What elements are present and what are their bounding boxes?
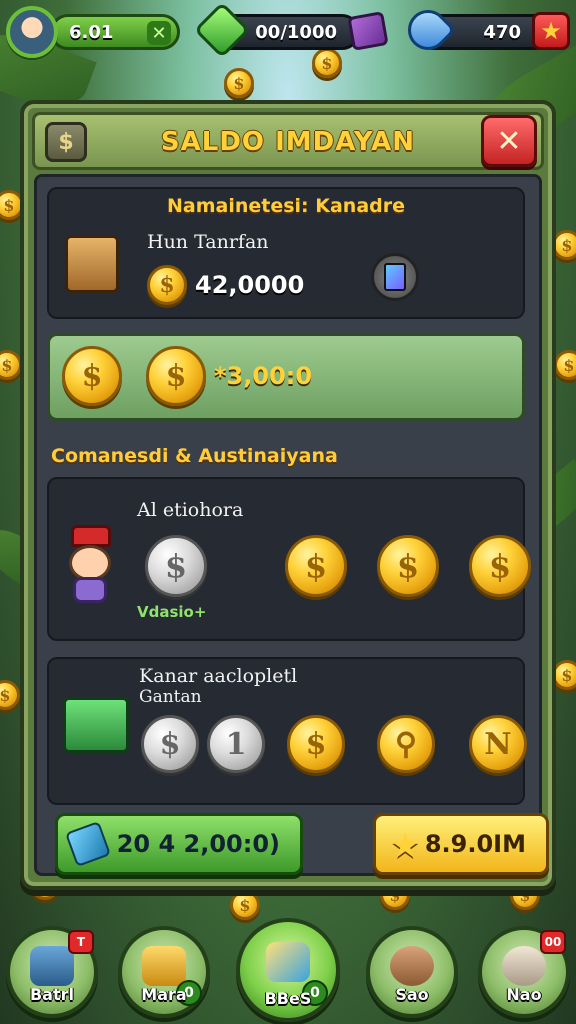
- collection-card: Al etiohora $ Vdasio+ $ $ $: [47, 477, 531, 641]
- floating-coin-icon: $: [224, 68, 254, 98]
- nav-item-batrl[interactable]: T Batrl: [6, 926, 98, 1018]
- nav-label: Sao: [395, 985, 429, 1004]
- coin-icon: $: [147, 265, 187, 305]
- ticket-icon[interactable]: [347, 11, 389, 51]
- nav-item-sao[interactable]: Sao: [366, 926, 458, 1018]
- star-icon: ★: [390, 826, 421, 866]
- cash-box-icon: [63, 697, 129, 753]
- top-resource-bar: 6.01 ✕ 00/1000 470 ★: [6, 1, 570, 59]
- bonus-amount: *3,00:0: [214, 362, 313, 390]
- floating-coin-icon: $: [0, 350, 22, 380]
- level-pill[interactable]: 6.01 ✕: [50, 14, 180, 50]
- card-label-line1: Kanar aaclopletl: [139, 665, 298, 687]
- coin-icon[interactable]: N: [469, 715, 527, 773]
- character-icon: [30, 946, 74, 986]
- panel-header: $ SALDO IMDAYAN ✕: [32, 112, 544, 170]
- claim-button[interactable]: 20 4 2,00:0): [55, 813, 303, 875]
- silver-coin-icon[interactable]: $: [145, 535, 207, 597]
- silver-coin-icon[interactable]: 1: [207, 715, 265, 773]
- premium-value: 8.9.0IM: [424, 830, 526, 858]
- monkey-icon: [390, 946, 434, 986]
- panel-body: Namainetesi: Kanadre Hun Tanrfan $ 42,00…: [34, 174, 549, 876]
- notification-badge: 00: [540, 930, 566, 954]
- nav-label: Nao: [506, 985, 542, 1004]
- nav-item-nao[interactable]: 00 Nao: [478, 926, 570, 1018]
- card-label-line2: Gantan: [139, 687, 202, 707]
- pencil-icon: [64, 820, 112, 868]
- close-button[interactable]: ✕: [481, 115, 537, 167]
- coin-icon: $: [146, 346, 206, 406]
- gems-value: 470: [483, 21, 521, 43]
- notification-badge: T: [68, 930, 94, 954]
- balance-panel: $ SALDO IMDAYAN ✕ Namainetesi: Kanadre H…: [20, 100, 556, 890]
- complete-card: Kanar aaclopletl Gantan $ 1 $ ⚲ N: [47, 657, 527, 805]
- player-avatar[interactable]: [6, 6, 58, 58]
- coin-icon: $: [62, 346, 122, 406]
- floating-coin-icon: $: [0, 680, 20, 710]
- bonus-bar[interactable]: $ $ *3,00:0: [47, 333, 525, 421]
- silver-coin-icon[interactable]: $: [141, 715, 199, 773]
- tools-icon: [266, 942, 310, 982]
- panel-title: SALDO IMDAYAN: [160, 127, 416, 157]
- skull-icon: [502, 946, 546, 986]
- crate-icon: [142, 946, 186, 986]
- reward-card: Namainetesi: Kanadre Hun Tanrfan $ 42,00…: [47, 187, 525, 319]
- character-icon: [61, 525, 117, 605]
- claim-value: 20 4 2,00:0): [116, 830, 280, 858]
- card-label: Al etiohora: [137, 499, 244, 521]
- nav-item-mara[interactable]: 0 Mara: [118, 926, 210, 1018]
- bottom-nav: T Batrl 0 Mara 0 BBeS Sao 00 Nao: [0, 914, 576, 1024]
- nav-label: Batrl: [29, 985, 74, 1004]
- star-button[interactable]: ★: [532, 12, 570, 50]
- reward-amount: 42,0000: [195, 271, 305, 299]
- nav-label: Mara: [141, 985, 187, 1004]
- floating-coin-icon: $: [554, 350, 576, 380]
- level-plus-icon[interactable]: ✕: [147, 21, 171, 45]
- coin-icon[interactable]: $: [285, 535, 347, 597]
- item-label: Hun Tanrfan: [147, 231, 269, 253]
- coin-icon[interactable]: $: [377, 535, 439, 597]
- nav-label: BBeS: [264, 989, 312, 1008]
- section-title: Namainetesi: Kanadre: [166, 195, 406, 217]
- coin-icon[interactable]: $: [287, 715, 345, 773]
- key-coin-icon[interactable]: ⚲: [377, 715, 435, 773]
- level-value: 6.01: [69, 21, 114, 43]
- section-title: Comanesdi & Austinaiyana: [51, 445, 338, 467]
- nav-item-bbes[interactable]: 0 BBeS: [236, 918, 340, 1022]
- sub-label: Vdasio+: [137, 603, 207, 621]
- phone-icon[interactable]: [371, 253, 419, 301]
- treasure-chest-icon: [65, 235, 119, 293]
- coin-icon[interactable]: $: [469, 535, 531, 597]
- cash-value: 00/1000: [255, 21, 337, 43]
- premium-button[interactable]: ★ 8.9.0IM: [373, 813, 549, 875]
